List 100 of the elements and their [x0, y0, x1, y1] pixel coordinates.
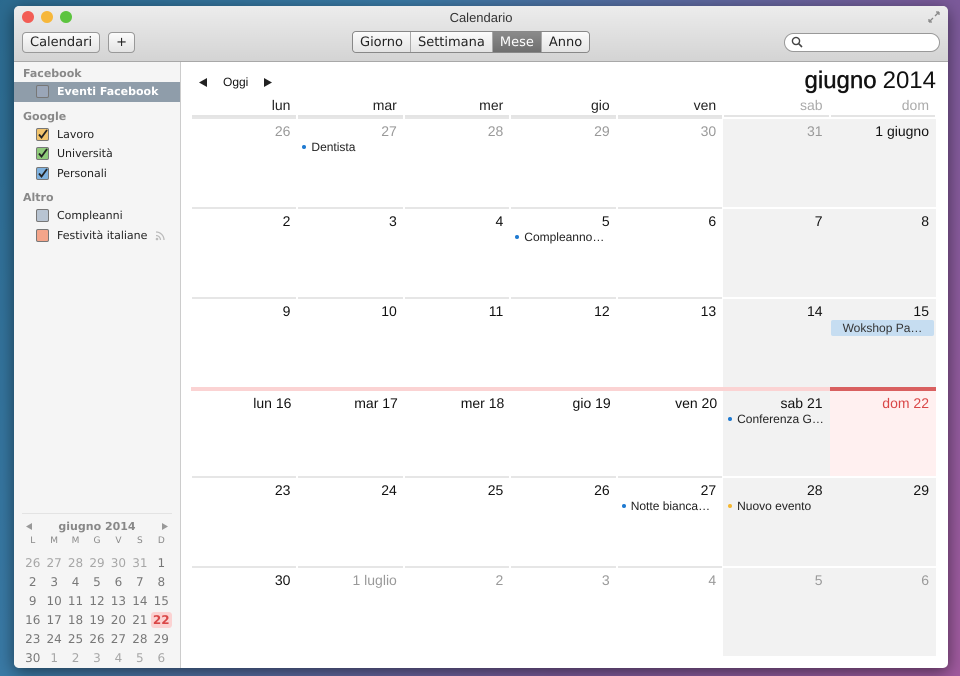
mini-calendar-day[interactable]: 26	[22, 555, 44, 571]
day-cell[interactable]: 26	[511, 476, 616, 566]
calendar-checkbox[interactable]	[36, 228, 49, 242]
toolbar-button[interactable]: Calendari	[22, 32, 100, 52]
mini-calendar-day[interactable]: 4	[108, 650, 130, 666]
calendar-checkbox[interactable]	[36, 147, 49, 160]
day-cell[interactable]: gio 19	[510, 386, 617, 476]
mini-calendar-day[interactable]: 31	[129, 555, 151, 571]
mini-calendar-day[interactable]: 27	[43, 555, 65, 571]
day-cell[interactable]: 29	[511, 117, 616, 207]
mini-calendar-day[interactable]: 28	[129, 631, 151, 647]
mini-calendar-day[interactable]: 2	[22, 574, 44, 590]
day-cell[interactable]: 30	[192, 566, 296, 656]
mini-calendar-day[interactable]: 6	[150, 650, 172, 666]
mini-calendar-day[interactable]: 4	[64, 574, 86, 590]
mini-calendar-day[interactable]: 28	[64, 555, 86, 571]
toolbar-button[interactable]: +	[108, 32, 135, 52]
calendar-checkbox[interactable]	[36, 209, 49, 222]
day-cell[interactable]: 23	[192, 476, 296, 566]
day-cell[interactable]: 4	[404, 206, 510, 297]
mini-calendar-day[interactable]: 3	[43, 574, 65, 590]
mini-calendar-day[interactable]: 10	[43, 593, 65, 609]
mini-calendar-day[interactable]: 9	[22, 593, 44, 609]
mini-calendar-day[interactable]: 24	[43, 631, 65, 647]
calendar-list-item[interactable]: Compleanni	[14, 206, 180, 226]
mini-calendar-day[interactable]: 25	[64, 631, 86, 647]
calendar-list-item[interactable]: Lavoro	[14, 124, 180, 144]
search-field[interactable]	[784, 32, 940, 52]
mini-calendar-day[interactable]: 15	[150, 593, 172, 609]
calendar-list-item[interactable]: Eventi Facebook	[14, 82, 180, 102]
mini-calendar-day[interactable]: 1	[43, 650, 65, 666]
day-cell[interactable]: 14	[723, 296, 830, 386]
event-item[interactable]: Notte bianca…	[622, 499, 716, 514]
mini-calendar-day[interactable]: 5	[86, 574, 108, 590]
event-item[interactable]: Compleanno…	[515, 230, 610, 244]
event-item[interactable]: Dentista	[302, 140, 397, 154]
fullscreen-icon[interactable]	[928, 11, 940, 23]
day-cell[interactable]: 2	[192, 206, 296, 297]
calendar-list-item[interactable]: Università	[14, 144, 180, 164]
day-cell[interactable]: lun 16	[191, 386, 298, 476]
calendar-list-item[interactable]: Festività italiane	[14, 226, 180, 245]
mini-calendar-day[interactable]: 1	[150, 555, 172, 571]
mini-calendar-day[interactable]: 29	[150, 631, 172, 647]
calendar-checkbox[interactable]	[36, 128, 49, 141]
mini-calendar-day[interactable]: 3	[86, 650, 108, 666]
mini-calendar-day[interactable]: 23	[22, 631, 44, 647]
next-icon[interactable]	[264, 78, 272, 86]
mini-calendar-day[interactable]: 14	[129, 593, 151, 609]
day-cell[interactable]: 6	[830, 566, 936, 656]
today-button[interactable]: Oggi	[211, 75, 260, 89]
calendar-list-item[interactable]: Personali	[14, 164, 180, 183]
mini-calendar-day[interactable]: 30	[108, 555, 130, 571]
day-cell[interactable]: dom 22	[830, 386, 936, 476]
close-button[interactable]	[22, 11, 34, 23]
day-cell[interactable]: mar 17	[297, 386, 404, 476]
calendar-checkbox[interactable]	[36, 166, 49, 180]
day-cell[interactable]: 11	[404, 296, 510, 386]
view-tab[interactable]: Mese	[492, 32, 541, 52]
day-cell[interactable]: 2	[404, 566, 510, 656]
mini-calendar-day[interactable]: 5	[129, 650, 151, 666]
zoom-button[interactable]	[60, 11, 72, 23]
mini-calendar-day[interactable]: 21	[129, 612, 151, 628]
day-cell[interactable]: 28	[404, 117, 510, 207]
mini-calendar-day[interactable]: 13	[108, 593, 130, 609]
mini-calendar-day[interactable]: 29	[86, 555, 108, 571]
mini-calendar-day[interactable]: 22	[150, 612, 172, 628]
calendar-checkbox[interactable]	[36, 85, 49, 98]
day-cell[interactable]: 5 Compleanno…	[511, 206, 616, 297]
mini-calendar-day[interactable]: 2	[64, 650, 86, 666]
day-cell[interactable]: 24	[298, 476, 403, 566]
day-cell[interactable]: 15 Wokshop Pa…	[830, 296, 936, 386]
day-cell[interactable]: 1 giugno	[830, 117, 936, 207]
view-tab[interactable]: Settimana	[410, 32, 492, 52]
day-cell[interactable]: 26	[192, 117, 296, 207]
mini-calendar-day[interactable]: 18	[64, 612, 86, 628]
day-cell[interactable]: 12	[511, 296, 616, 386]
next-month-icon[interactable]	[162, 523, 168, 530]
mini-calendar-day[interactable]: 7	[129, 574, 151, 590]
mini-calendar-day[interactable]: 12	[86, 593, 108, 609]
day-cell[interactable]: 3	[511, 566, 616, 656]
mini-calendar-day[interactable]: 8	[150, 574, 172, 590]
day-cell[interactable]: mer 18	[404, 386, 510, 476]
day-cell[interactable]: 1 luglio	[298, 566, 403, 656]
event-bar[interactable]: Wokshop Pa…	[830, 320, 934, 336]
day-cell[interactable]: 31	[723, 117, 830, 207]
event-item[interactable]: Nuovo evento	[728, 499, 823, 514]
day-cell[interactable]: 10	[298, 296, 403, 386]
mini-calendar-day[interactable]: 11	[64, 593, 86, 609]
day-cell[interactable]: sab 21 Conferenza G…	[723, 386, 830, 476]
minimize-button[interactable]	[41, 11, 53, 23]
day-cell[interactable]: 9	[192, 296, 296, 386]
mini-calendar-day[interactable]: 30	[22, 650, 44, 666]
day-cell[interactable]: 5	[723, 566, 830, 656]
event-item[interactable]: Conferenza G…	[728, 412, 823, 426]
day-cell[interactable]: 29	[830, 476, 936, 566]
day-cell[interactable]: 28 Nuovo evento	[723, 476, 830, 566]
view-tab[interactable]: Giorno	[353, 32, 410, 52]
day-cell[interactable]: 3	[298, 206, 403, 297]
day-cell[interactable]: 27 Dentista	[298, 117, 403, 207]
mini-calendar-day[interactable]: 17	[43, 612, 65, 628]
